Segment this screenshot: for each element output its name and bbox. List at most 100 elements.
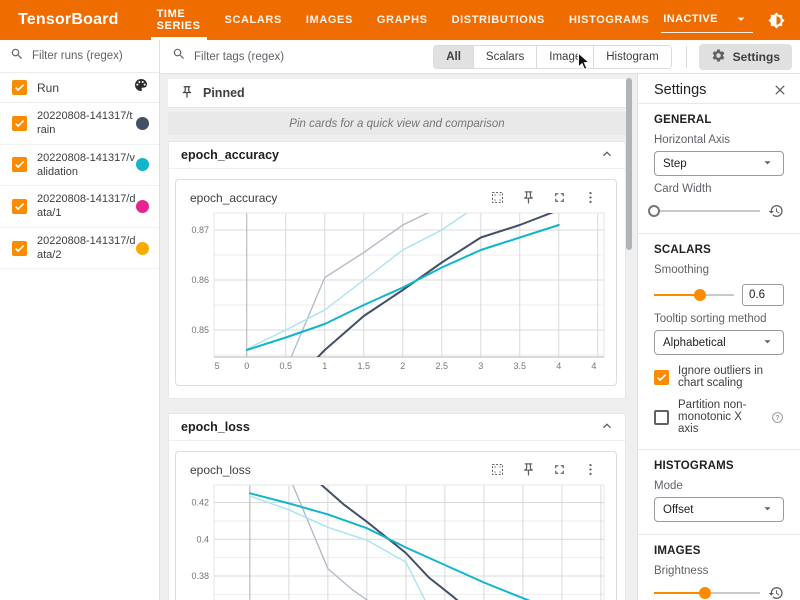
select-mode[interactable]: Offset (654, 497, 784, 522)
line-chart-epoch_loss[interactable]: 0.420.40.380.36 (180, 481, 610, 600)
svg-text:0.85: 0.85 (191, 325, 209, 335)
header-right-controls: INACTIVE ? (661, 8, 800, 33)
run-checkbox[interactable] (12, 241, 27, 256)
filter-button-image[interactable]: Image (537, 46, 594, 68)
run-row[interactable]: 20220808-141317/data/1 (0, 186, 159, 228)
select-all-runs-checkbox[interactable] (12, 80, 27, 95)
toolbar-divider (686, 46, 687, 68)
svg-text:2.5: 2.5 (436, 361, 449, 371)
pin-card-icon[interactable] (521, 190, 536, 205)
checkbox-row-ignore-outliers-in-chart-scaling[interactable]: Ignore outliers in chart scaling (654, 365, 784, 389)
setting-label: Smoothing (654, 264, 784, 276)
slider-thumb[interactable] (694, 289, 706, 301)
run-color-dot[interactable] (136, 242, 149, 255)
slider-smoothing[interactable] (654, 289, 734, 301)
settings-button[interactable]: Settings (699, 44, 792, 70)
run-color-dot[interactable] (136, 200, 149, 213)
chevron-up-icon[interactable] (599, 418, 615, 437)
fullscreen-icon[interactable] (552, 190, 567, 205)
tag-section-header[interactable]: epoch_loss (169, 414, 625, 441)
chevron-down-icon (760, 334, 775, 352)
settings-section-general: GENERALHorizontal AxisStepCard Width (638, 104, 800, 234)
run-checkbox[interactable] (12, 116, 27, 131)
pinned-label: Pinned (203, 86, 245, 100)
fullscreen-icon[interactable] (552, 462, 567, 477)
fit-data-icon[interactable] (490, 190, 505, 205)
tab-time-series[interactable]: TIME SERIES (145, 0, 213, 40)
slider-brightness[interactable] (654, 587, 760, 599)
reset-icon[interactable] (768, 585, 784, 600)
run-label: 20220808-141317/data/2 (37, 234, 136, 263)
checkbox-row-partition-non-monotonic-x-axis[interactable]: Partition non-monotonic X axis? (654, 399, 784, 435)
svg-text:0.87: 0.87 (191, 225, 209, 235)
tab-scalars[interactable]: SCALARS (213, 0, 294, 40)
svg-text:0.38: 0.38 (191, 571, 209, 581)
svg-text:5: 5 (215, 361, 220, 371)
help-icon[interactable]: ? (771, 411, 784, 424)
pinned-header: Pinned (168, 79, 626, 108)
settings-panel-title: Settings (654, 82, 706, 98)
filter-tags-input[interactable] (194, 51, 344, 63)
brightness-icon[interactable] (767, 11, 786, 30)
runs-column-header: Run (37, 81, 133, 95)
run-label: 20220808-141317/validation (37, 151, 136, 180)
select-tooltip-sorting-method[interactable]: Alphabetical (654, 330, 784, 355)
close-icon[interactable] (772, 82, 788, 98)
tag-sections: epoch_accuracyepoch_accuracy0.850.860.87… (160, 141, 637, 600)
svg-text:4: 4 (556, 361, 561, 371)
search-icon (10, 47, 24, 66)
tab-images[interactable]: IMAGES (294, 0, 365, 40)
palette-icon[interactable] (133, 77, 149, 98)
pinned-empty-state: Pin cards for a quick view and compariso… (168, 112, 626, 135)
run-row[interactable]: 20220808-141317/data/2 (0, 228, 159, 270)
run-color-dot[interactable] (136, 158, 149, 171)
run-checkbox[interactable] (12, 157, 27, 172)
tab-graphs[interactable]: GRAPHS (365, 0, 440, 40)
run-row[interactable]: 20220808-141317/validation (0, 145, 159, 187)
more-options-icon[interactable] (583, 462, 598, 477)
tag-type-filter-group: AllScalarsImageHistogram (433, 45, 671, 69)
series-line (250, 493, 589, 600)
run-color-dot[interactable] (136, 117, 149, 130)
smoothing-value-input[interactable] (742, 284, 784, 306)
run-label: 20220808-141317/data/1 (37, 192, 136, 221)
run-row[interactable]: 20220808-141317/train (0, 103, 159, 145)
filter-button-histogram[interactable]: Histogram (594, 46, 670, 68)
slider-card-width[interactable] (654, 205, 760, 217)
select-horizontal-axis[interactable]: Step (654, 151, 784, 176)
gear-icon (711, 48, 726, 66)
setting-label: Tooltip sorting method (654, 313, 784, 325)
chevron-up-icon[interactable] (599, 146, 615, 165)
run-checkbox[interactable] (12, 199, 27, 214)
tensorboard-app: TensorBoard TIME SERIESSCALARSIMAGESGRAP… (0, 0, 800, 600)
tag-section-header[interactable]: epoch_accuracy (169, 142, 625, 169)
runs-header-row: Run (0, 73, 159, 103)
svg-text:0.86: 0.86 (191, 275, 209, 285)
settings-section-scalars: SCALARSSmoothingTooltip sorting methodAl… (638, 234, 800, 450)
checkbox-label: Partition non-monotonic X axis (678, 399, 762, 435)
slider-thumb[interactable] (699, 587, 711, 599)
checkbox[interactable] (654, 410, 669, 425)
app-header: TensorBoard TIME SERIESSCALARSIMAGESGRAP… (0, 0, 800, 40)
filter-button-scalars[interactable]: Scalars (474, 46, 537, 68)
tab-distributions[interactable]: DISTRIBUTIONS (440, 0, 557, 40)
svg-text:0.4: 0.4 (196, 534, 209, 544)
reset-icon[interactable] (768, 203, 784, 219)
fit-data-icon[interactable] (490, 462, 505, 477)
main-scrollbar-thumb[interactable] (626, 78, 632, 250)
filter-button-all[interactable]: All (434, 46, 474, 68)
more-options-icon[interactable] (583, 190, 598, 205)
settings-section-images: IMAGESBrightnessContrastShow actual imag… (638, 535, 800, 600)
status-select[interactable]: INACTIVE (661, 8, 753, 33)
search-icon (172, 47, 186, 66)
checkbox[interactable] (654, 370, 669, 385)
run-list: 20220808-141317/train 20220808-141317/val… (0, 103, 159, 269)
filter-runs-input[interactable] (32, 50, 149, 62)
setting-label: Brightness (654, 565, 784, 577)
line-chart-epoch_accuracy[interactable]: 0.850.860.87500.511.522.533.544 (180, 209, 610, 377)
select-value: Alphabetical (663, 337, 726, 349)
pin-card-icon[interactable] (521, 462, 536, 477)
tab-histograms[interactable]: HISTOGRAMS (557, 0, 661, 40)
svg-text:1: 1 (322, 361, 327, 371)
slider-thumb[interactable] (648, 205, 660, 217)
